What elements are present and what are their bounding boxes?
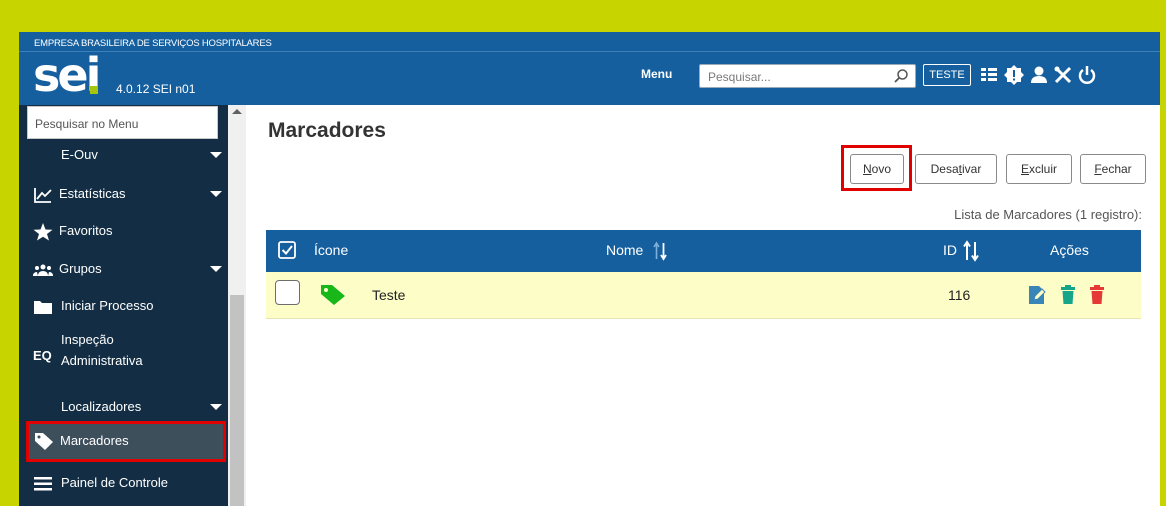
inspection-icon: EQ [33,348,52,363]
group-icon [33,264,53,276]
tag-icon [321,285,345,305]
main-content: Marcadores Novo Desativar Excluir Fechar… [246,105,1160,506]
menu-toggle-link[interactable]: Menu [641,67,672,81]
marcadores-table: Ícone Nome ID Ações Teste 116 [266,230,1141,319]
table-row[interactable]: Teste 116 [266,272,1141,319]
sort-nome-icon[interactable] [653,241,667,261]
highlight-box-novo [841,145,912,191]
desativar-button[interactable]: Desativar [915,154,997,184]
search-input[interactable]: Pesquisar... [699,64,916,88]
list-caption: Lista de Marcadores (1 registro): [954,207,1142,222]
sidebar-item-iniciar-processo[interactable]: Iniciar Processo [27,298,222,318]
deactivate-icon[interactable] [1060,285,1076,305]
header-divider [19,51,1160,52]
unit-badge[interactable]: TESTE [923,64,971,86]
search-placeholder: Pesquisar... [708,70,771,84]
sidebar-item-grupos[interactable]: Grupos [27,261,222,281]
search-icon[interactable] [893,68,909,84]
star-icon [33,223,53,241]
sidebar: Pesquisar no Menu E-Ouv Estatísticas Fav… [19,105,246,506]
chevron-down-icon [210,152,222,158]
scroll-up-arrow-icon[interactable] [232,109,242,114]
app-window: EMPRESA BRASILEIRA DE SERVIÇOS HOSPITALA… [19,32,1160,506]
sidebar-item-label: Estatísticas [59,186,126,201]
sidebar-scrollbar[interactable] [228,105,246,506]
row-id: 116 [948,287,971,303]
scrollbar-thumb[interactable] [230,295,244,506]
sidebar-item-label: Favoritos [59,223,113,238]
excluir-button[interactable]: Excluir [1006,154,1072,184]
highlight-box-marcadores [26,421,226,462]
column-header-id: ID [943,242,957,258]
chart-icon [34,188,52,203]
chevron-down-icon [210,191,222,197]
edit-icon[interactable] [1028,285,1046,305]
sidebar-item-label: E-Ouv [61,147,98,162]
sidebar-item-label: Inspeção [61,332,114,347]
tools-icon[interactable] [1053,64,1073,86]
sidebar-item-label: Localizadores [61,399,142,414]
svg-text:EQ: EQ [33,348,52,363]
sidebar-search-input[interactable]: Pesquisar no Menu [27,106,218,139]
chevron-down-icon [210,266,222,272]
column-header-acoes: Ações [1050,242,1089,258]
app-version: 4.0.12 SEI n01 [116,82,196,96]
sidebar-search-placeholder: Pesquisar no Menu [35,117,139,131]
list-icon [34,477,52,491]
sidebar-item-painel-de-controle[interactable]: Painel de Controle [27,475,222,495]
logo-dot [90,86,98,94]
column-header-nome: Nome [606,242,644,258]
alert-icon[interactable] [1004,64,1024,86]
sidebar-item-favoritos[interactable]: Favoritos [27,223,222,243]
column-header-icone: Ícone [314,242,349,258]
row-nome: Teste [372,287,406,303]
table-header: Ícone Nome ID Ações [266,230,1141,272]
sort-id-icon[interactable] [963,240,979,262]
sidebar-item-estatisticas[interactable]: Estatísticas [27,186,222,206]
power-icon[interactable] [1077,64,1097,86]
fechar-button[interactable]: Fechar [1080,154,1146,184]
chevron-down-icon [210,404,222,410]
sidebar-item-label: Grupos [59,261,102,276]
delete-icon[interactable] [1089,285,1105,305]
folder-icon [34,301,52,314]
sidebar-item-inspecao-administrativa[interactable]: EQ Inspeção Administrativa [27,332,222,378]
sei-logo[interactable]: sei [33,52,101,98]
sidebar-item-label: Iniciar Processo [61,298,154,313]
row-checkbox[interactable] [275,280,300,305]
sidebar-item-label-line2: Administrativa [61,353,143,368]
sidebar-item-e-ouv[interactable]: E-Ouv [27,147,222,167]
sidebar-item-localizadores[interactable]: Localizadores [27,399,222,419]
user-icon[interactable] [1029,64,1049,86]
sidebar-item-label: Painel de Controle [61,475,168,490]
select-all-checkbox-icon[interactable] [278,241,296,259]
top-header: EMPRESA BRASILEIRA DE SERVIÇOS HOSPITALA… [19,32,1160,105]
page-title: Marcadores [268,119,386,142]
grid-icon[interactable] [979,64,999,86]
